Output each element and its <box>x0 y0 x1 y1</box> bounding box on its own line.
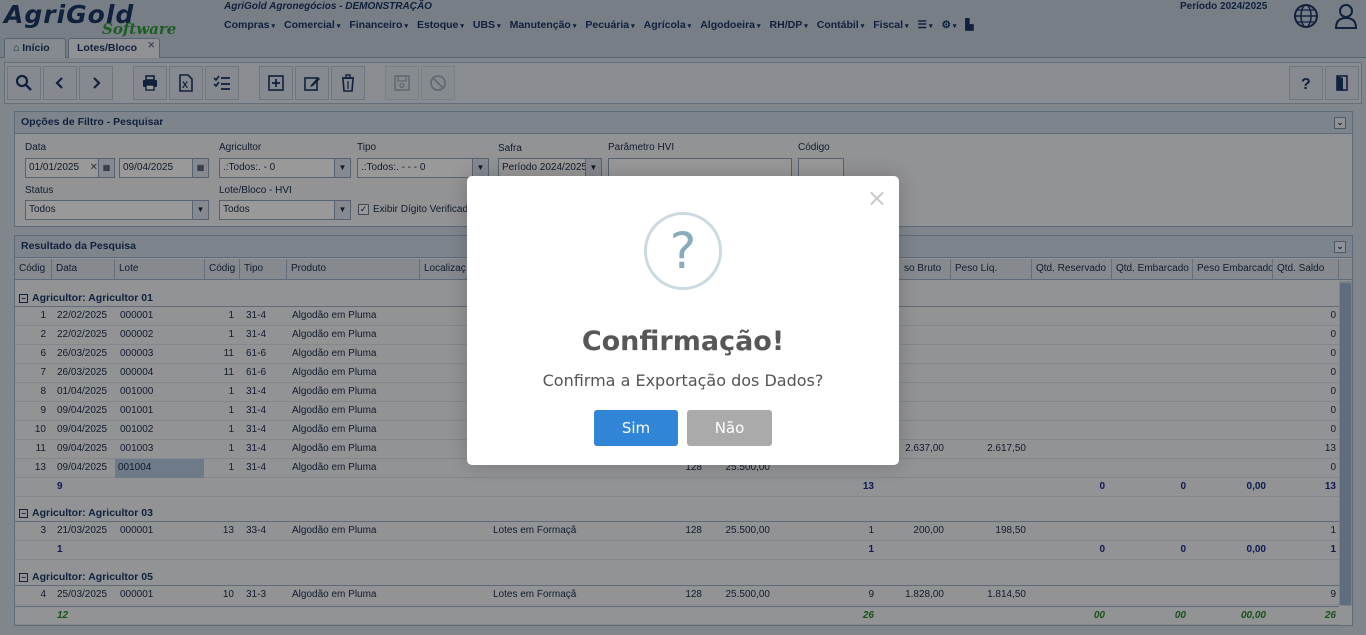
close-dialog-icon[interactable]: × <box>867 184 887 212</box>
confirm-yes-button[interactable]: Sim <box>594 410 678 446</box>
dialog-message: Confirma a Exportação dos Dados? <box>542 371 824 390</box>
dialog-title: Confirmação! <box>581 326 785 357</box>
confirm-no-button[interactable]: Não <box>687 410 772 446</box>
question-icon: ? <box>644 212 722 290</box>
confirm-dialog: × ? Confirmação! Confirma a Exportação d… <box>467 176 899 465</box>
